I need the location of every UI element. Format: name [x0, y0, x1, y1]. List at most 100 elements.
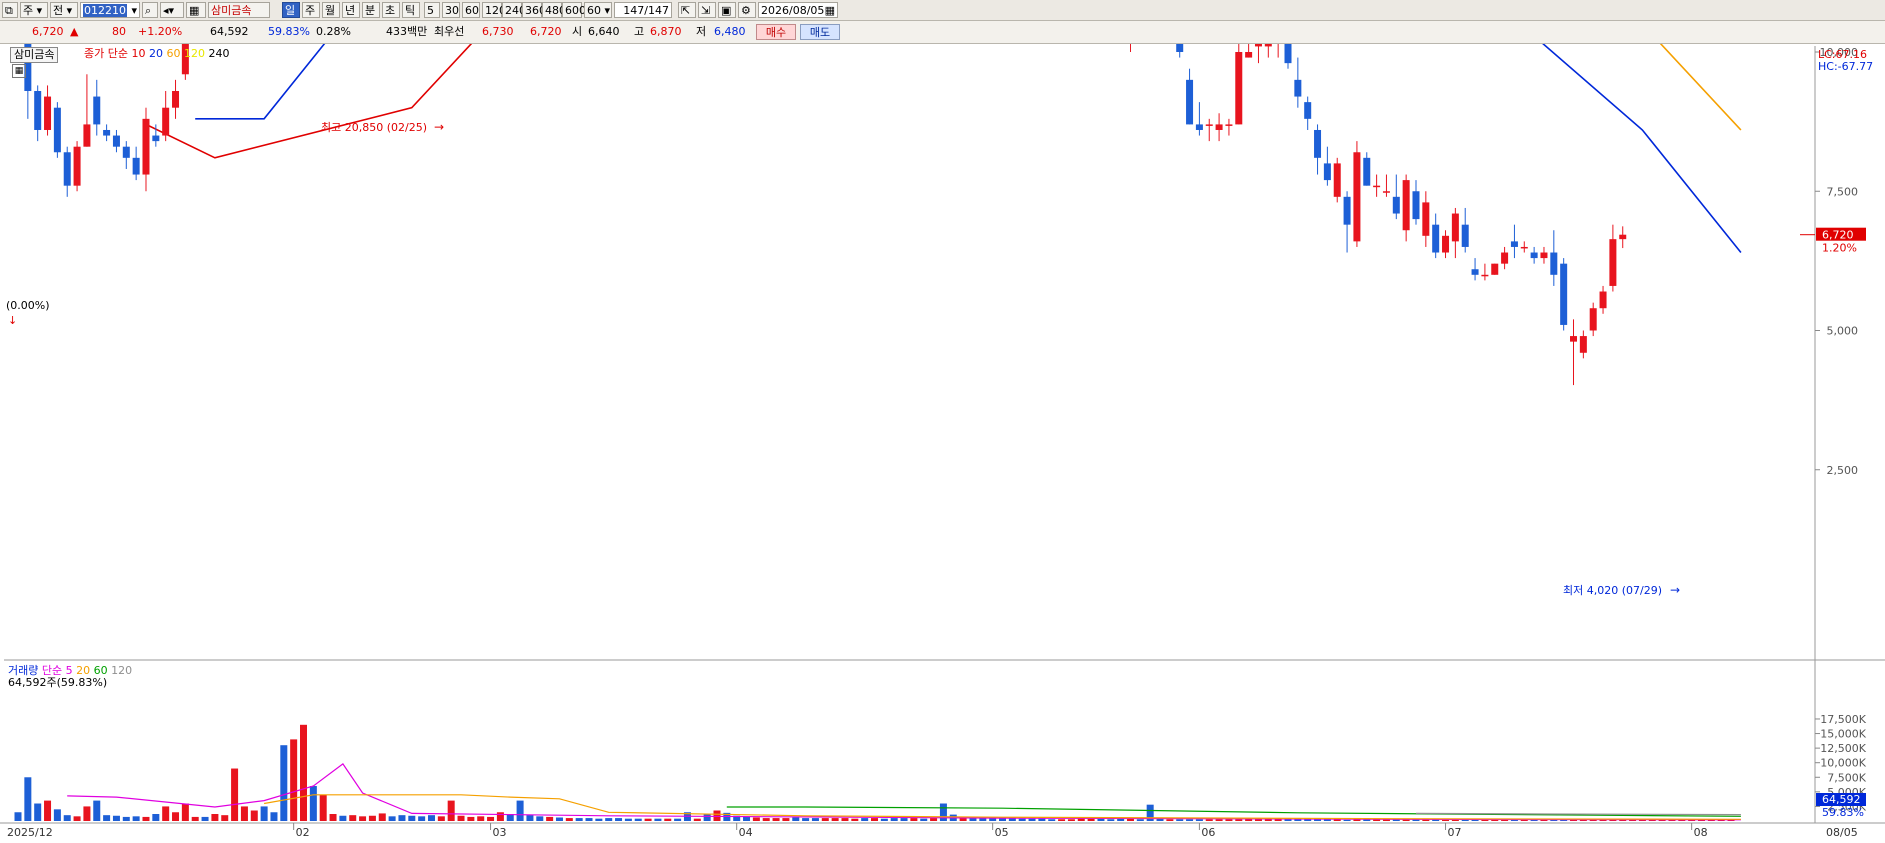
volume-bar: [53, 809, 61, 821]
date-field[interactable]: 2026/08/05 ▦: [758, 2, 838, 18]
interval-480[interactable]: 480: [542, 2, 566, 18]
candle-body: [1284, 44, 1292, 64]
stock-name-field[interactable]: 삼미금속: [208, 2, 270, 18]
volume-bar: [920, 818, 928, 821]
volume-legend-title[interactable]: 거래량: [8, 664, 38, 677]
legend-ma20[interactable]: 20: [149, 47, 163, 60]
volume-bar: [811, 818, 819, 821]
volume-bar: [939, 803, 947, 821]
candle-body: [93, 96, 101, 125]
interval-60[interactable]: 60: [462, 2, 480, 18]
volume-bar: [1254, 819, 1262, 821]
volume-bar: [447, 800, 455, 821]
candle-body: [152, 135, 160, 142]
save-icon[interactable]: ▣: [718, 2, 736, 18]
volume-bar: [871, 818, 879, 821]
volume-bar: [63, 815, 71, 821]
candle-body: [112, 135, 120, 147]
volume-bar: [1107, 819, 1115, 821]
settings-icon[interactable]: ⚙: [738, 2, 756, 18]
volume-bar: [1048, 819, 1056, 821]
volume-bar: [496, 812, 504, 821]
volume-bar: [132, 816, 140, 821]
sell-button[interactable]: 매도: [800, 24, 840, 40]
interval-360[interactable]: 360: [522, 2, 546, 18]
tab-day[interactable]: 일: [282, 2, 300, 18]
search-icon[interactable]: ⌕: [142, 2, 158, 18]
volume-bar: [378, 813, 386, 821]
volume-bar: [910, 818, 918, 821]
candle-body: [34, 90, 42, 130]
quote-price: 6,720: [32, 25, 64, 38]
interval-5[interactable]: 5: [424, 2, 440, 18]
legend-ma10[interactable]: 10: [131, 47, 145, 60]
vlegend-ma60[interactable]: 60: [94, 664, 108, 677]
interval-600[interactable]: 600: [562, 2, 586, 18]
interval-30[interactable]: 30: [442, 2, 460, 18]
sound-icon[interactable]: ◂▾: [160, 2, 184, 18]
volume-bar: [427, 815, 435, 821]
volume-bar: [467, 816, 475, 821]
window-menu-icon[interactable]: ⧉: [2, 2, 18, 18]
vlegend-ma5[interactable]: 5: [66, 664, 73, 677]
zoom-in-icon[interactable]: ⇱: [678, 2, 696, 18]
candle-body: [1333, 163, 1341, 197]
stock-type-icon[interactable]: ▦: [186, 2, 206, 18]
x-tick-label: 2025/12: [7, 826, 53, 839]
legend-ma120[interactable]: 120: [184, 47, 205, 60]
stock-chart[interactable]: 22,50020,00017,50015,00012,50010,0007,50…: [0, 44, 1885, 843]
tab-month[interactable]: 월: [322, 2, 340, 18]
quote-high-label: 고: [634, 25, 645, 38]
zoom-out-icon[interactable]: ⇲: [698, 2, 716, 18]
prev-select[interactable]: 전 ▾: [50, 2, 78, 18]
volume-bar: [1186, 819, 1194, 821]
candle-body: [1412, 191, 1420, 220]
tab-year[interactable]: 년: [342, 2, 360, 18]
period-select[interactable]: 주 ▾: [20, 2, 48, 18]
candle-body: [1304, 102, 1312, 119]
candle-body: [1481, 274, 1489, 277]
high-arrow-icon: →: [434, 120, 444, 134]
tab-week[interactable]: 주: [302, 2, 320, 18]
grid-toggle-icon[interactable]: ▦: [12, 64, 26, 78]
price-panel-title[interactable]: 삼미금속: [10, 47, 59, 63]
vlegend-ma20[interactable]: 20: [76, 664, 90, 677]
legend-ma60[interactable]: 60: [166, 47, 180, 60]
volume-bar: [152, 814, 160, 821]
volume-bar: [290, 739, 298, 821]
volume-bar: [703, 814, 711, 821]
quote-low-label: 저: [696, 25, 707, 38]
interval-input[interactable]: 60 ▾: [584, 2, 612, 18]
candle-body: [53, 107, 61, 153]
quote-volume-pct: 59.83%: [268, 25, 310, 38]
volume-bar: [398, 815, 406, 821]
volume-bar: [309, 786, 317, 821]
volume-tick-label: 17,500K: [1820, 713, 1866, 726]
x-tick-label: 05: [995, 826, 1009, 839]
buy-button[interactable]: 매수: [756, 24, 796, 40]
code-input[interactable]: 012210 ▾: [80, 2, 140, 18]
volume-bar: [300, 724, 308, 821]
volume-bar: [546, 816, 554, 821]
quote-arrow: ▲: [70, 25, 79, 38]
candle-body: [122, 146, 130, 158]
price-tick-label: 2,500: [1827, 464, 1859, 477]
interval-240[interactable]: 240: [502, 2, 526, 18]
candle-body: [172, 90, 180, 108]
legend-ma240[interactable]: 240: [208, 47, 229, 60]
high-note: 최고 20,850 (02/25): [321, 121, 427, 134]
tab-minute[interactable]: 분: [362, 2, 380, 18]
volume-bar: [1087, 818, 1095, 821]
volume-tick-label: 15,000K: [1820, 728, 1866, 741]
candle-body: [1520, 246, 1528, 249]
volume-bar: [221, 815, 229, 821]
interval-120[interactable]: 120: [482, 2, 506, 18]
candle-body: [1186, 79, 1194, 125]
count-field[interactable]: 147/147: [614, 2, 672, 18]
volume-bar: [240, 806, 248, 821]
quote-best-label: 최우선: [434, 25, 465, 38]
tab-tick[interactable]: 틱: [402, 2, 420, 18]
tab-second[interactable]: 초: [382, 2, 400, 18]
volume-bar: [644, 818, 652, 821]
vlegend-ma120[interactable]: 120: [111, 664, 132, 677]
